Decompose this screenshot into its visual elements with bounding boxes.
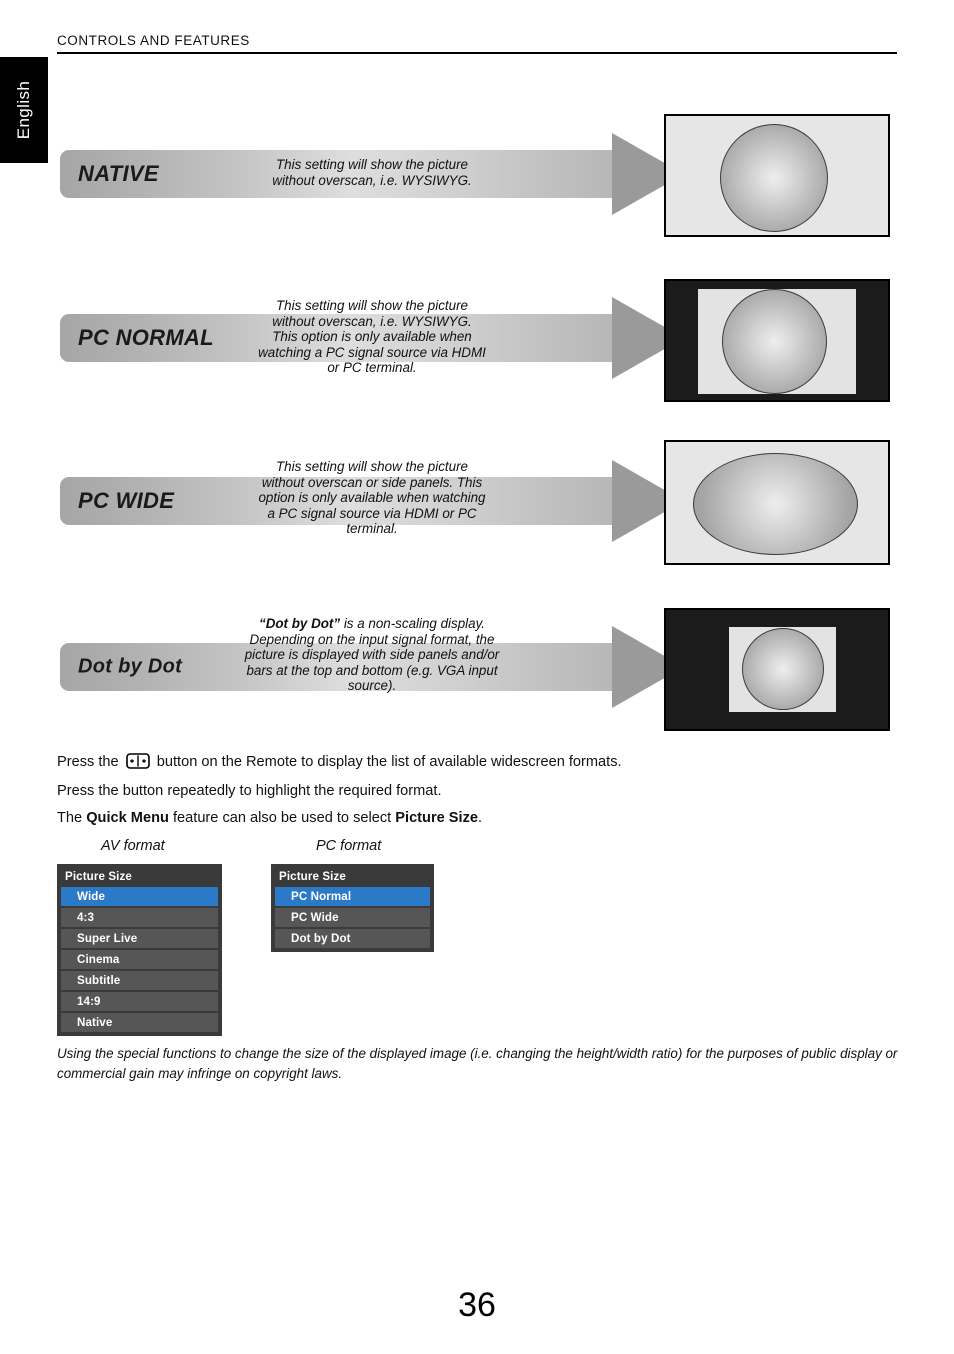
language-tab: English	[0, 57, 48, 163]
preview-sphere	[742, 628, 824, 710]
quick-menu-term: Quick Menu	[86, 810, 169, 826]
pc-format-menu[interactable]: Picture Size PC Normal PC Wide Dot by Do…	[271, 864, 434, 952]
preview-sphere	[720, 124, 828, 232]
page-number: 36	[458, 1286, 496, 1324]
copyright-note: Using the special functions to change th…	[57, 1046, 898, 1081]
tv-preview-pc-wide	[664, 440, 890, 565]
picture-size-term: Picture Size	[395, 810, 479, 826]
dot-by-dot-quoted-term: “Dot by Dot”	[259, 616, 341, 631]
format-description-pc-normal: This setting will show the picture witho…	[258, 298, 486, 376]
format-name-pc-wide: PC WIDE	[78, 488, 175, 513]
tv-preview-pc-normal	[664, 279, 890, 402]
menu-item-14-9[interactable]: 14:9	[61, 992, 218, 1011]
menu-title: Picture Size	[65, 870, 132, 883]
format-description-dot-by-dot: “Dot by Dot” is a non-scaling display. D…	[243, 616, 501, 694]
instruction-3-part3: .	[478, 810, 483, 826]
widescreen-format-button-icon	[125, 753, 150, 769]
instruction-text-after-icon: button on the Remote to display the list…	[152, 754, 622, 770]
menu-item-4-3[interactable]: 4:3	[61, 908, 218, 927]
av-format-menu[interactable]: Picture Size Wide 4:3 Super Live Cinema …	[57, 864, 222, 1036]
header-divider	[57, 52, 897, 54]
instruction-3-part1: The	[57, 810, 87, 826]
instruction-text-before-icon: Press the	[57, 754, 123, 770]
menu-item-dot-by-dot[interactable]: Dot by Dot	[275, 929, 430, 948]
menu-item-cinema[interactable]: Cinema	[61, 950, 218, 969]
format-name-dot-by-dot: Dot by Dot	[78, 655, 183, 678]
format-description-native: This setting will show the picture witho…	[272, 157, 472, 188]
format-name-pc-normal: PC NORMAL	[78, 325, 214, 350]
menu-item-subtitle[interactable]: Subtitle	[61, 971, 218, 990]
menu-title: Picture Size	[279, 870, 346, 883]
pc-format-caption: PC format	[316, 838, 382, 854]
menu-item-pc-normal[interactable]: PC Normal	[275, 887, 430, 906]
instruction-3-part2: feature can also be used to select	[168, 810, 396, 826]
tv-preview-dot-by-dot	[664, 608, 890, 731]
preview-ellipse	[693, 453, 858, 555]
menu-item-wide[interactable]: Wide	[61, 887, 218, 906]
instruction-line-3: The Quick Menu feature can also be used …	[57, 810, 482, 826]
av-format-caption: AV format	[101, 838, 165, 854]
menu-item-super-live[interactable]: Super Live	[61, 929, 218, 948]
format-name-native: NATIVE	[78, 161, 159, 186]
instruction-line-2: Press the button repeatedly to highlight…	[57, 783, 442, 799]
menu-item-native[interactable]: Native	[61, 1013, 218, 1032]
instruction-line-1: Press the button on the Remote to displa…	[57, 753, 622, 770]
preview-sphere	[722, 289, 827, 394]
format-description-pc-wide: This setting will show the picture witho…	[258, 459, 486, 537]
tv-preview-native	[664, 114, 890, 237]
menu-item-pc-wide[interactable]: PC Wide	[275, 908, 430, 927]
page-title: CONTROLS AND FEATURES	[57, 33, 250, 48]
language-tab-label: English	[14, 80, 33, 140]
